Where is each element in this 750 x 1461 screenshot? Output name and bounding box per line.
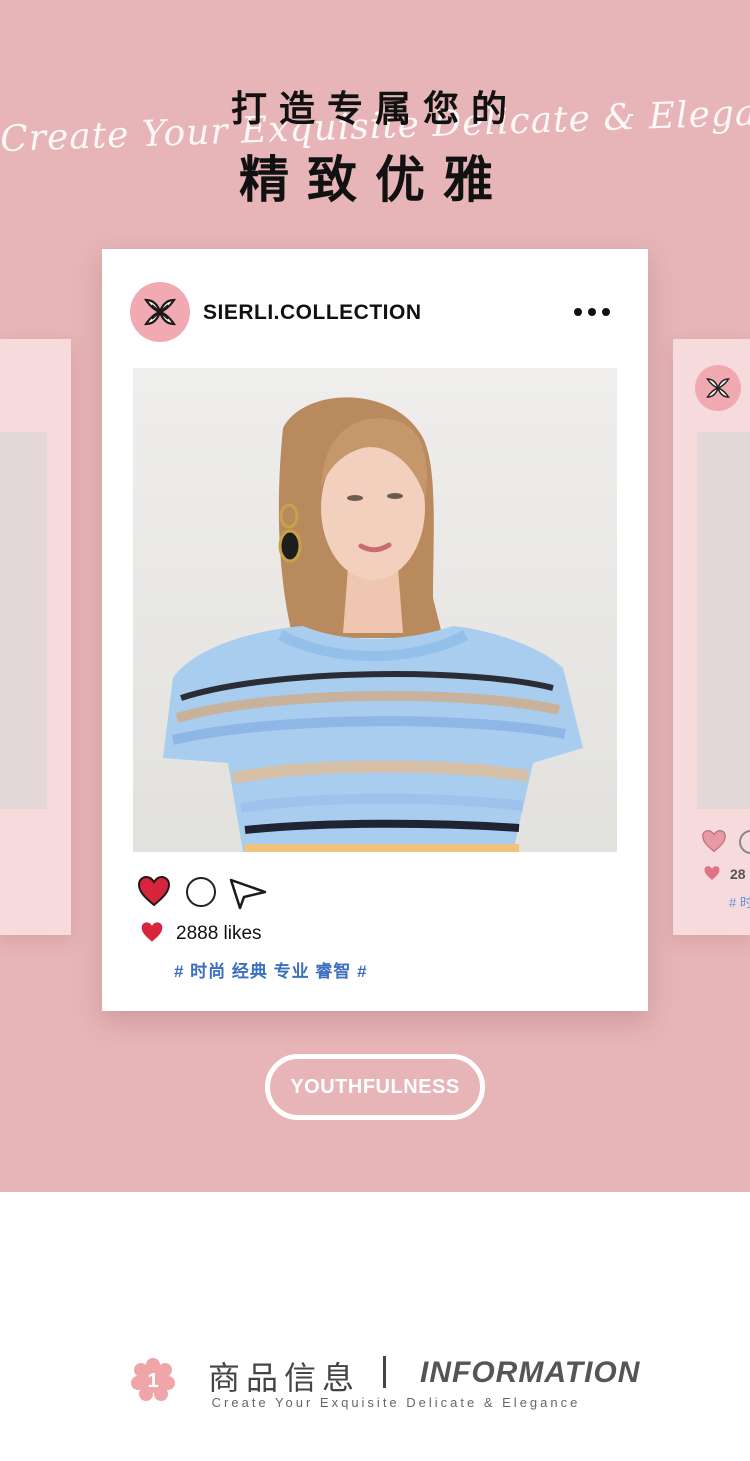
info-title-en: INFORMATION: [420, 1356, 641, 1389]
small-heart-icon: [704, 866, 720, 880]
side-card-right-image: [697, 432, 750, 809]
share-icon[interactable]: [228, 876, 268, 910]
info-subtitle: Create Your Exquisite Delicate & Eleganc…: [211, 1395, 581, 1410]
likes-count: 2888 likes: [176, 923, 262, 944]
comment-icon[interactable]: [739, 830, 750, 854]
side-card-logo: [695, 365, 741, 411]
side-hashtags: # 时: [729, 895, 750, 910]
brand-logo-icon: [143, 298, 177, 326]
post-card: SIERLI.COLLECTION 2888 likes # 时尚 经典 专业 …: [102, 249, 648, 1011]
account-name[interactable]: SIERLI.COLLECTION: [203, 301, 422, 325]
side-likes-count: 28: [730, 866, 746, 882]
side-card-left[interactable]: [0, 339, 71, 935]
side-card-right[interactable]: 28 # 时: [673, 339, 750, 935]
youthfulness-button[interactable]: YOUTHFULNESS: [265, 1054, 485, 1120]
product-photo: [133, 368, 617, 852]
avatar[interactable]: [130, 282, 190, 342]
more-dots-icon[interactable]: [574, 302, 614, 322]
info-divider: [383, 1356, 386, 1388]
comment-icon[interactable]: [186, 877, 216, 907]
hero-banner: Create Your Exquisite Delicate & Eleganc…: [0, 0, 750, 1192]
heart-icon[interactable]: [701, 829, 727, 853]
hero-title-line-1: 打造专属您的: [230, 89, 519, 130]
side-card-left-image: [0, 432, 47, 809]
brand-logo-icon: [706, 378, 730, 398]
small-heart-icon: [141, 922, 163, 942]
section-number: 1: [147, 1370, 158, 1392]
model-illustration: [133, 368, 617, 852]
hero-title-line-2: 精致优雅: [239, 151, 511, 209]
heart-icon[interactable]: [137, 875, 171, 907]
hashtags[interactable]: # 时尚 经典 专业 睿智 #: [174, 957, 368, 982]
info-title-cn: 商品信息: [208, 1359, 361, 1397]
